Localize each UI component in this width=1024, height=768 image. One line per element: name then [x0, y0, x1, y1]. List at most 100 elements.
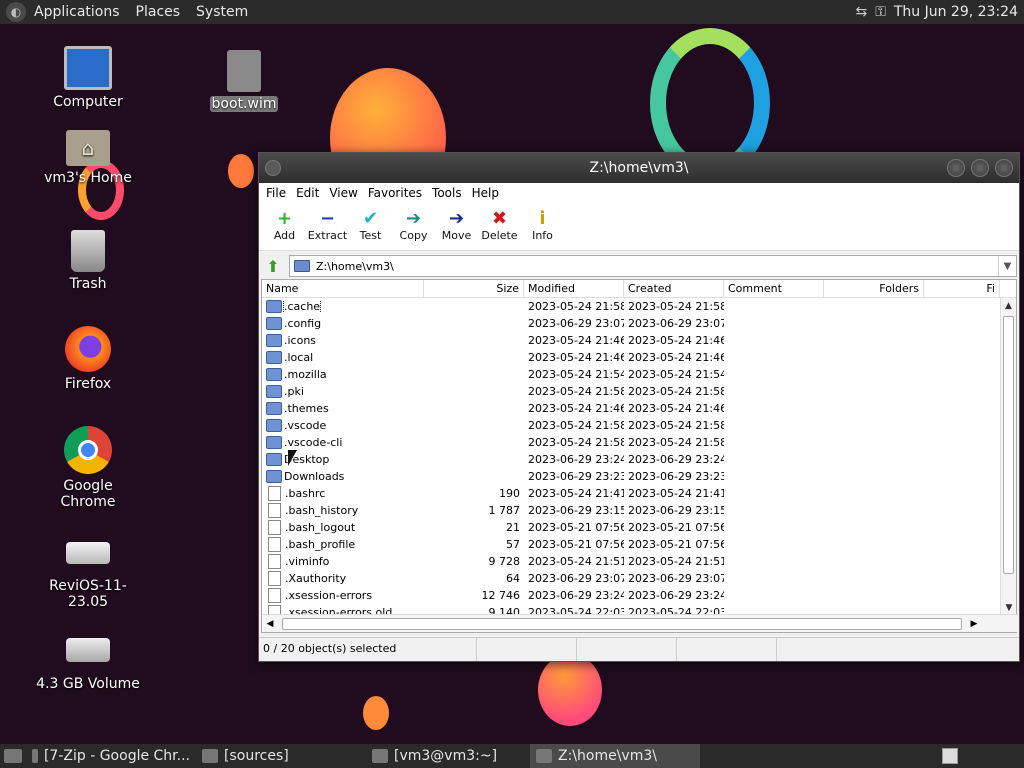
file-row[interactable]: .bash_profile 57 2023-05-21 07:56 2023-05-2…: [262, 536, 1016, 553]
file-row[interactable]: .themes 2023-05-24 21:46 2023-05-24 21:46: [262, 400, 1016, 417]
scroll-left-icon[interactable]: ◀: [262, 616, 278, 632]
menu-system[interactable]: System: [188, 4, 256, 20]
maximize-button[interactable]: [971, 159, 989, 177]
file-size: 1 787: [488, 504, 521, 517]
file-row[interactable]: .viminfo 9 728 2023-05-24 21:51 2023-05-24 …: [262, 553, 1016, 570]
file-name: .bash_logout: [285, 521, 356, 534]
file-modified: 2023-05-24 21:58: [528, 419, 624, 432]
desktop-icon-computer[interactable]: Computer: [33, 46, 143, 110]
taskbar-item[interactable]: [vm3@vm3:~]: [366, 744, 530, 768]
file-row[interactable]: .cache 2023-05-24 21:58 2023-05-24 21:58: [262, 298, 1016, 315]
desktop-icon-chrome[interactable]: Google Chrome: [33, 426, 143, 510]
desktop-icon: [4, 749, 22, 763]
up-folder-button[interactable]: ⬆: [261, 255, 285, 277]
toolbar-button-label: Copy: [399, 229, 428, 242]
file-row[interactable]: .mozilla 2023-05-24 21:54 2023-05-24 21:54: [262, 366, 1016, 383]
file-row[interactable]: .pki 2023-05-24 21:58 2023-05-24 21:58: [262, 383, 1016, 400]
status-cell: [477, 638, 577, 661]
toolbar-delete-button[interactable]: ✖ Delete: [478, 203, 521, 243]
file-row[interactable]: .config 2023-06-29 23:07 2023-06-29 23:07: [262, 315, 1016, 332]
file-list: Name Size Modified Created Comment Folde…: [261, 279, 1018, 633]
desktop-icon-trash[interactable]: Trash: [33, 230, 143, 292]
file-row[interactable]: .vscode 2023-05-24 21:58 2023-05-24 21:58: [262, 417, 1016, 434]
file-row[interactable]: .Xauthority 64 2023-06-29 23:07 2023-06-29 …: [262, 570, 1016, 587]
copy-arrow-icon: ➔: [405, 207, 422, 229]
menu-file[interactable]: File: [261, 186, 291, 200]
file-row[interactable]: .bash_logout 21 2023-05-21 07:56 2023-05-21…: [262, 519, 1016, 536]
address-input[interactable]: Z:\home\vm3\ ▼: [289, 255, 1017, 277]
window-menu-button[interactable]: [265, 160, 281, 176]
menu-applications[interactable]: Applications: [26, 4, 128, 20]
file-name-cell: .bash_profile: [262, 537, 424, 552]
taskbar-item-label: [7-Zip - Google Chr...: [43, 748, 190, 764]
desktop-icon-home[interactable]: ⌂ vm3's Home: [33, 130, 143, 186]
menu-help[interactable]: Help: [467, 186, 504, 200]
check-icon: ✔: [362, 207, 379, 229]
taskbar-item[interactable]: [sources]: [196, 744, 366, 768]
file-modified: 2023-05-24 21:46: [528, 351, 624, 364]
column-header-folders[interactable]: Folders: [824, 280, 924, 297]
column-header-files[interactable]: Fi: [924, 280, 1000, 297]
scroll-right-icon[interactable]: ▶: [966, 616, 982, 632]
file-modified: 2023-05-24 21:46: [528, 402, 624, 415]
file-row[interactable]: .icons 2023-05-24 21:46 2023-05-24 21:46: [262, 332, 1016, 349]
file-size: 12 746: [481, 589, 521, 602]
toolbar-extract-button[interactable]: − Extract: [306, 203, 349, 243]
menu-places[interactable]: Places: [128, 4, 189, 20]
scroll-up-icon[interactable]: ▲: [1001, 298, 1016, 314]
taskbar-item[interactable]: [7-Zip - Google Chr...: [26, 744, 196, 768]
file-row[interactable]: Desktop 2023-06-29 23:24 2023-06-29 23:24: [262, 451, 1016, 468]
column-header-created[interactable]: Created: [624, 280, 724, 297]
toolbar-add-button[interactable]: + Add: [263, 203, 306, 243]
file-row[interactable]: .xsession-errors 12 746 2023-06-29 23:24 20…: [262, 587, 1016, 604]
wallpaper-blob: [228, 154, 254, 188]
file-row[interactable]: Downloads 2023-06-29 23:23 2023-06-29 23:2…: [262, 468, 1016, 485]
column-header-name[interactable]: Name: [262, 280, 424, 297]
file-row[interactable]: .vscode-cli 2023-05-24 21:58 2023-05-24 21…: [262, 434, 1016, 451]
chrome-icon: [32, 749, 38, 763]
file-created: 2023-05-24 22:03: [628, 606, 724, 614]
network-icon[interactable]: ⇆: [855, 4, 867, 20]
menu-favorites[interactable]: Favorites: [363, 186, 427, 200]
file-created: 2023-06-29 23:15: [628, 504, 724, 517]
scroll-thumb[interactable]: [282, 617, 962, 630]
file-name-cell: .pki: [262, 385, 424, 398]
file-created: 2023-06-29 23:24: [628, 589, 724, 602]
scroll-thumb[interactable]: [1003, 316, 1014, 574]
file-manager-window: Z:\home\vm3\ File Edit View Favorites To…: [258, 152, 1020, 662]
file-row[interactable]: .bashrc 190 2023-05-24 21:41 2023-05-24 21:…: [262, 485, 1016, 502]
desktop-icon-boot-wim[interactable]: boot.wim: [189, 50, 299, 112]
toolbar-test-button[interactable]: ✔ Test: [349, 203, 392, 243]
file-row[interactable]: .local 2023-05-24 21:46 2023-05-24 21:46: [262, 349, 1016, 366]
file-row[interactable]: .bash_history 1 787 2023-06-29 23:15 2023-0…: [262, 502, 1016, 519]
minimize-button[interactable]: [947, 159, 965, 177]
file-name: .xsession-errors: [285, 589, 373, 602]
workspace-switcher[interactable]: [942, 748, 958, 764]
close-button[interactable]: [995, 159, 1013, 177]
toolbar-move-button[interactable]: ➔ Move: [435, 203, 478, 243]
show-desktop-button[interactable]: [0, 744, 26, 768]
menu-view[interactable]: View: [324, 186, 362, 200]
file-row[interactable]: .xsession-errors.old 9 140 2023-05-24 22:0…: [262, 604, 1016, 614]
menu-tools[interactable]: Tools: [427, 186, 467, 200]
menu-edit[interactable]: Edit: [291, 186, 324, 200]
column-header-comment[interactable]: Comment: [724, 280, 824, 297]
file-created: 2023-06-29 23:07: [628, 572, 724, 585]
folder-icon: [266, 300, 282, 313]
desktop-icon-volume[interactable]: 4.3 GB Volume: [33, 634, 143, 692]
file-modified: 2023-06-29 23:24: [528, 453, 624, 466]
desktop-icon-revios[interactable]: ReviOS-11-23.05: [33, 536, 143, 610]
desktop-icon-firefox[interactable]: Firefox: [33, 326, 143, 392]
taskbar-item[interactable]: Z:\home\vm3\: [530, 744, 700, 768]
column-header-size[interactable]: Size: [424, 280, 524, 297]
clock[interactable]: Thu Jun 29, 23:24: [894, 4, 1018, 20]
vertical-scrollbar[interactable]: ▲ ▼: [1000, 298, 1016, 616]
horizontal-scrollbar[interactable]: ◀ ▶: [262, 614, 1018, 632]
toolbar-copy-button[interactable]: ➔ Copy: [392, 203, 435, 243]
window-titlebar[interactable]: Z:\home\vm3\: [259, 153, 1019, 183]
address-dropdown-button[interactable]: ▼: [998, 256, 1016, 276]
key-icon[interactable]: ⚿: [875, 4, 886, 20]
column-header-modified[interactable]: Modified: [524, 280, 624, 297]
toolbar-info-button[interactable]: i Info: [521, 203, 564, 243]
distro-logo-icon[interactable]: ◐: [6, 2, 26, 22]
